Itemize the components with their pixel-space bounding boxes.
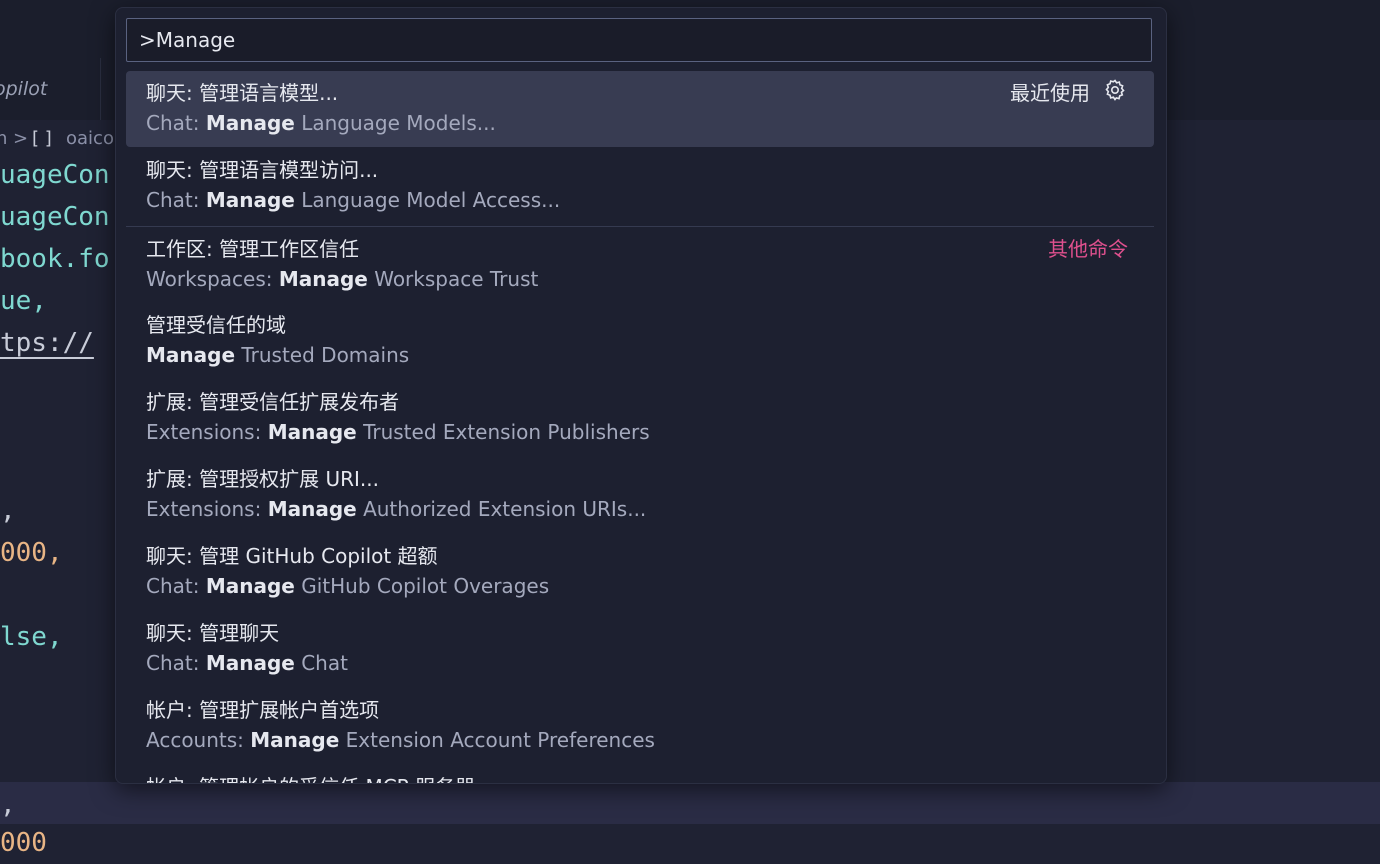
command-label: 聊天: 管理聊天: [146, 621, 280, 645]
code-line: lse,: [0, 622, 63, 652]
breadcrumb-chevron-icon: >: [13, 128, 29, 149]
code-line: uageCon: [0, 160, 110, 190]
command-detail: Manage Trusted Domains: [146, 343, 410, 367]
command-item[interactable]: 工作区: 管理工作区信任 Workspaces: Manage Workspac…: [126, 227, 1154, 303]
command-detail: Chat: Manage GitHub Copilot Overages: [146, 574, 550, 598]
code-line: uageCon: [0, 202, 110, 232]
command-palette: 聊天: 管理语言模型... Chat: Manage Language Mode…: [115, 7, 1167, 784]
code-line-url[interactable]: tps://: [0, 322, 94, 364]
command-item[interactable]: 帐户: 管理帐户的受信任 MCP 服务器: [126, 765, 1154, 783]
command-item[interactable]: 管理受信任的域 Manage Trusted Domains: [126, 303, 1154, 379]
code-line: book.fo: [0, 244, 110, 274]
command-item[interactable]: 聊天: 管理 GitHub Copilot 超额 Chat: Manage Gi…: [126, 534, 1154, 610]
gear-icon[interactable]: [1102, 77, 1128, 103]
editor-tab-label: opilot: [0, 78, 48, 100]
command-item[interactable]: 扩展: 管理授权扩展 URI... Extensions: Manage Aut…: [126, 457, 1154, 533]
array-icon: [ ]: [32, 128, 52, 149]
command-detail: Extensions: Manage Authorized Extension …: [146, 497, 647, 521]
command-item[interactable]: 聊天: 管理语言模型... Chat: Manage Language Mode…: [126, 71, 1154, 147]
command-label: 聊天: 管理语言模型...: [146, 81, 339, 105]
command-label: 帐户: 管理扩展帐户首选项: [146, 698, 380, 722]
code-line: ue,: [0, 286, 47, 316]
breadcrumb-segment[interactable]: n: [0, 120, 7, 158]
command-label: 管理受信任的域: [146, 313, 286, 337]
command-label: 扩展: 管理授权扩展 URI...: [146, 467, 379, 491]
code-line: ,: [0, 496, 16, 526]
command-item[interactable]: 聊天: 管理聊天 Chat: Manage Chat: [126, 611, 1154, 687]
command-label: 聊天: 管理语言模型访问...: [146, 158, 379, 182]
command-item[interactable]: 聊天: 管理语言模型访问... Chat: Manage Language Mo…: [126, 148, 1154, 224]
code-line: 000,: [0, 538, 63, 568]
command-detail: Accounts: Manage Extension Account Prefe…: [146, 728, 655, 752]
command-detail: Chat: Manage Chat: [146, 651, 348, 675]
command-detail: Chat: Manage Language Models...: [146, 111, 496, 135]
breadcrumb-item-name[interactable]: oaico: [66, 120, 114, 158]
command-palette-input[interactable]: [126, 18, 1152, 62]
command-label: 聊天: 管理 GitHub Copilot 超额: [146, 544, 438, 568]
command-label: 工作区: 管理工作区信任: [146, 237, 360, 261]
recently-used-label: 最近使用: [1010, 81, 1090, 105]
command-detail: Chat: Manage Language Model Access...: [146, 188, 561, 212]
command-list[interactable]: 聊天: 管理语言模型... Chat: Manage Language Mode…: [126, 71, 1154, 783]
command-label: 扩展: 管理受信任扩展发布者: [146, 390, 400, 414]
command-label: 帐户: 管理帐户的受信任 MCP 服务器: [146, 771, 475, 783]
command-item[interactable]: 扩展: 管理受信任扩展发布者 Extensions: Manage Truste…: [126, 380, 1154, 456]
command-detail: Workspaces: Manage Workspace Trust: [146, 267, 539, 291]
code-line: 000: [0, 828, 47, 858]
editor-tab[interactable]: opilot: [0, 58, 101, 120]
other-commands-label: 其他命令: [1048, 237, 1128, 261]
code-line: ,: [0, 790, 16, 820]
command-item[interactable]: 帐户: 管理扩展帐户首选项 Accounts: Manage Extension…: [126, 688, 1154, 764]
command-detail: Extensions: Manage Trusted Extension Pub…: [146, 420, 650, 444]
